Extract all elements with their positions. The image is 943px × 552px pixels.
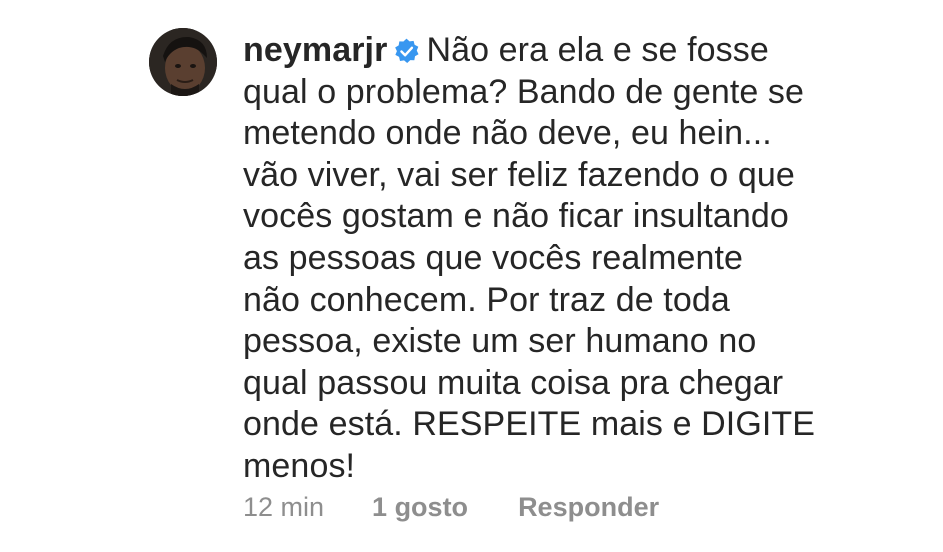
comment-line: vão viver, vai ser feliz fazendo o que <box>243 155 795 194</box>
comment-line: metendo onde não deve, eu hein... <box>243 114 772 153</box>
comment-line: Não era ela e se fosse <box>426 31 769 69</box>
comment-line: não conhecem. Por traz de toda <box>243 280 730 319</box>
comment-text: Não era ela e se fosse qual o problema? … <box>243 31 815 485</box>
username[interactable]: neymarjr <box>243 31 387 69</box>
avatar[interactable] <box>149 28 217 96</box>
comment: neymarjr Não era ela e se fosse qual o p… <box>0 0 943 552</box>
comment-line: onde está. RESPEITE mais e DIGITE <box>243 405 816 444</box>
comment-meta: 12 min 1 gosto Responder <box>243 492 659 523</box>
reply-button[interactable]: Responder <box>518 492 659 523</box>
comment-line: pessoa, existe um ser humano no <box>243 322 757 361</box>
comment-line: as pessoas que vocês realmente <box>243 238 744 277</box>
comment-line: menos! <box>243 446 356 485</box>
comment-time: 12 min <box>243 492 325 522</box>
avatar-image <box>149 28 217 96</box>
comment-line: vocês gostam e não ficar insultando <box>243 197 789 236</box>
comment-body: neymarjr Não era ela e se fosse qual o p… <box>243 30 843 488</box>
verified-badge-icon <box>395 38 419 63</box>
comment-line: qual o problema? Bando de gente se <box>243 72 805 111</box>
likes-count[interactable]: 1 gosto <box>372 492 468 523</box>
comment-line: qual passou muita coisa pra chegar <box>243 363 784 402</box>
